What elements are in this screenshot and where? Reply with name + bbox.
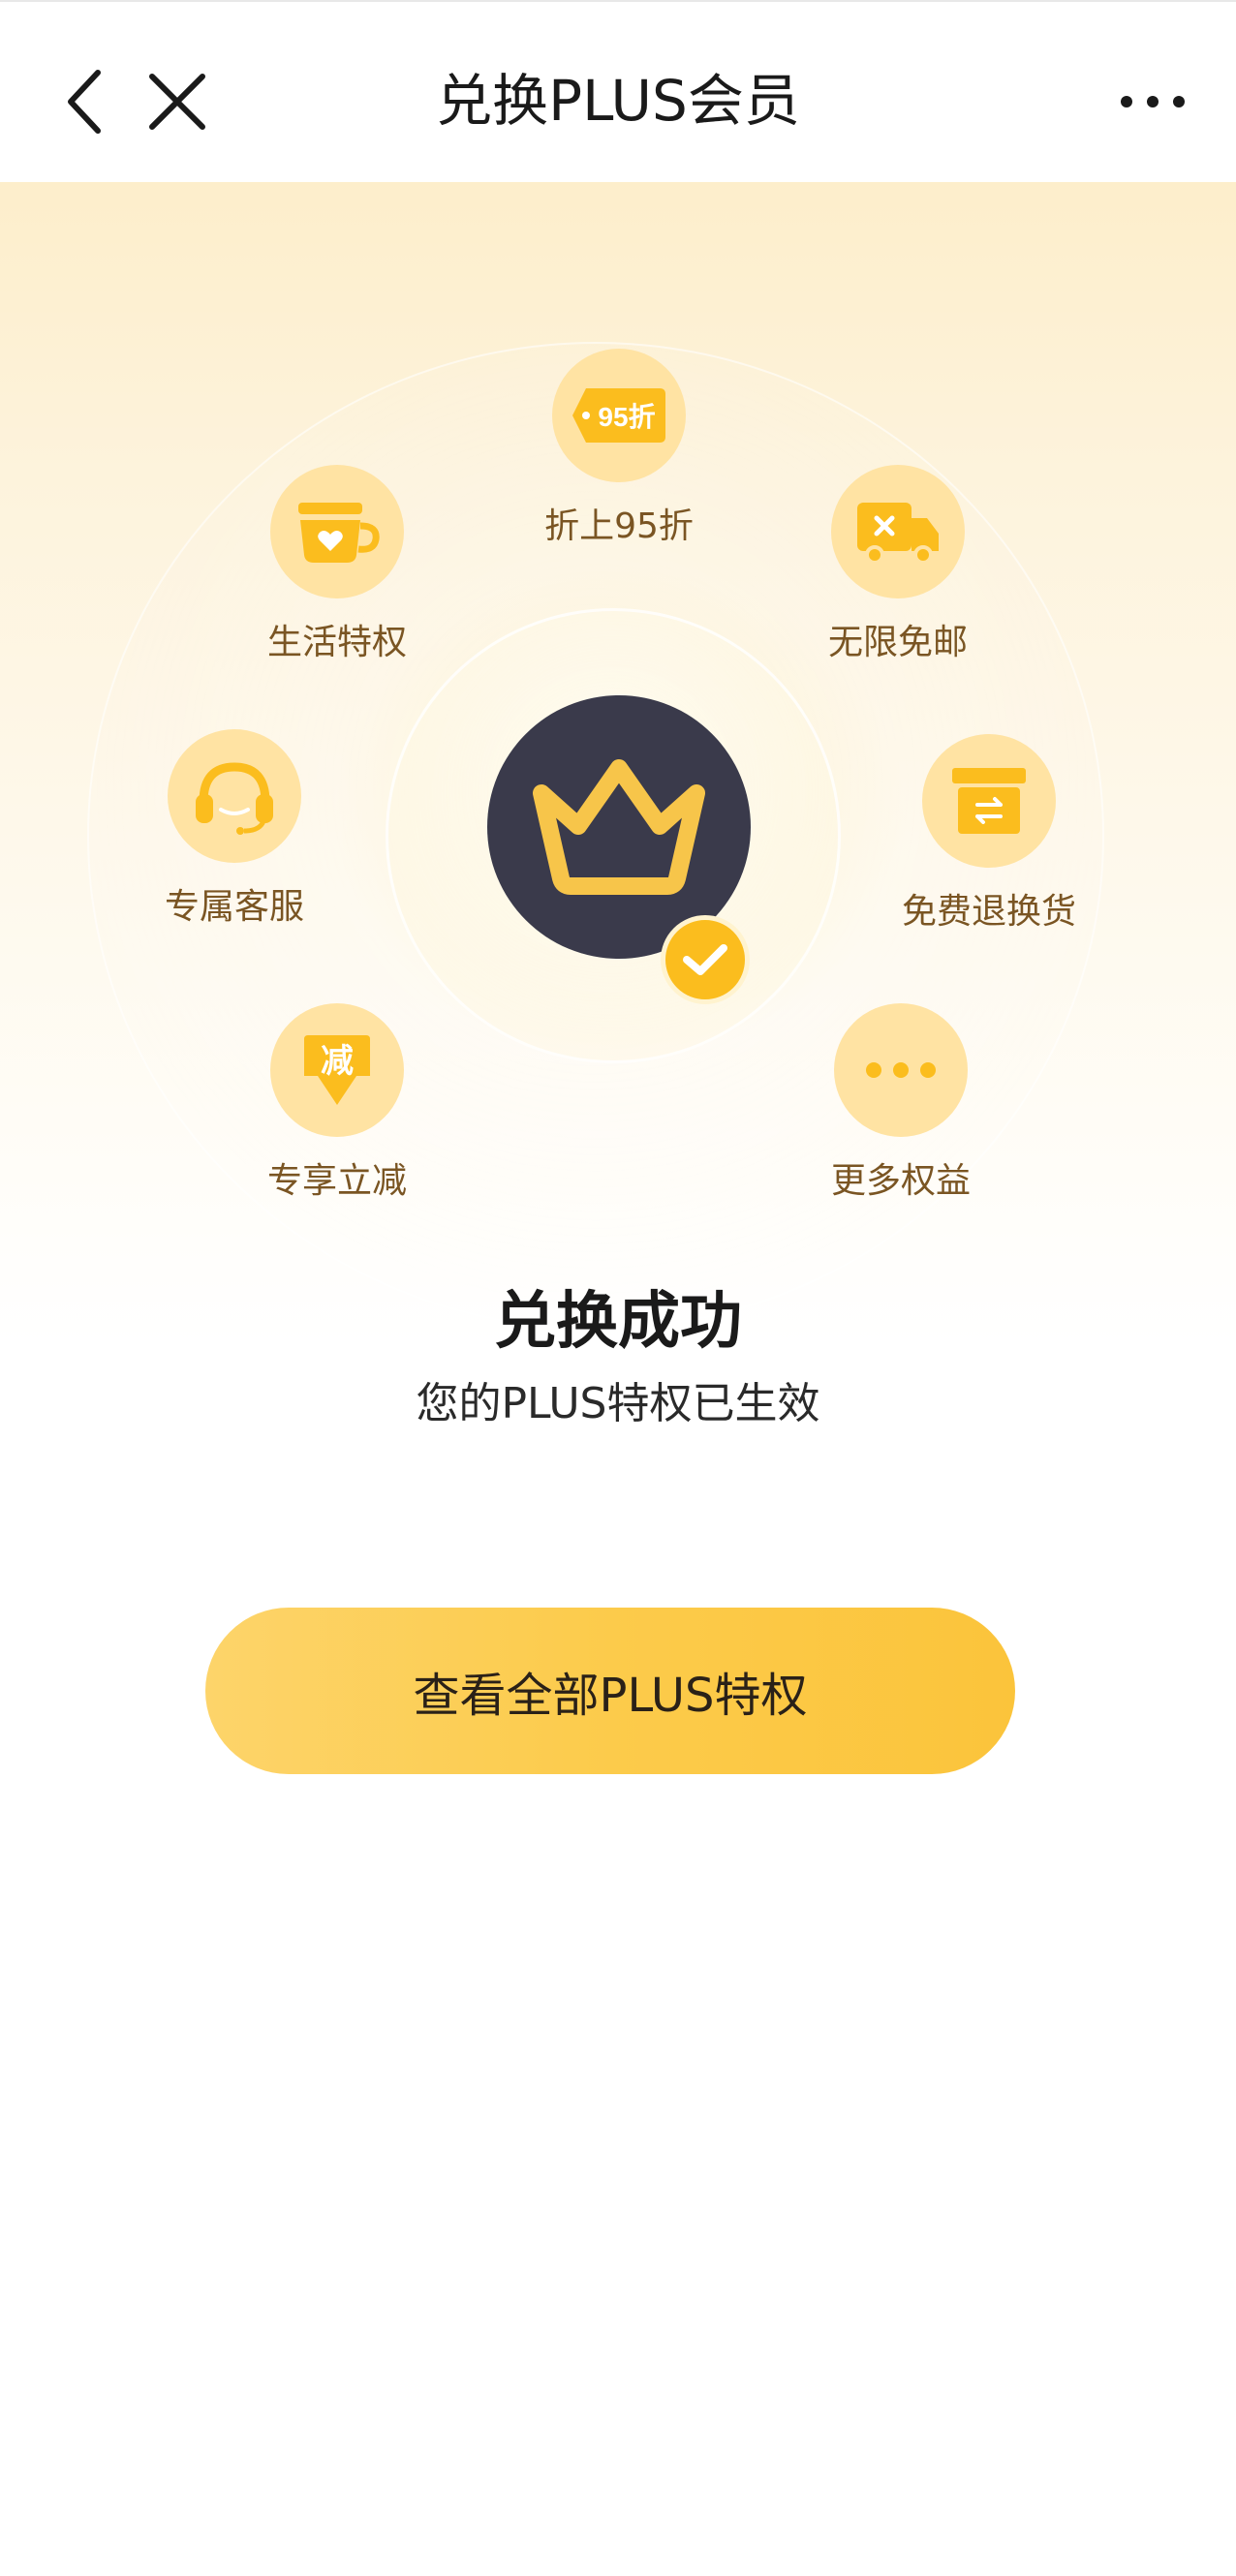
benefit-return-label: 免费退换货 <box>901 892 1076 932</box>
success-title: 兑换成功 <box>494 1286 742 1358</box>
reduction-arrow-icon: 减 <box>304 1035 370 1105</box>
benefit-life-circle <box>270 465 404 598</box>
more-dots-icon <box>866 1062 936 1078</box>
svg-text:减: 减 <box>321 1042 354 1081</box>
return-box-icon <box>952 768 1026 834</box>
redeem-success-page: 兑换PLUS会员 95折 折上95折 生活特权 无限免邮 专属客服 免费退换货 … <box>0 0 1236 2576</box>
benefit-service[interactable]: 专属客服 <box>128 729 341 931</box>
benefit-reduce-circle: 减 <box>270 1003 404 1137</box>
checkmark-icon <box>683 944 727 975</box>
benefit-life[interactable]: 生活特权 <box>231 465 444 666</box>
benefit-life-label: 生活特权 <box>266 623 407 662</box>
benefit-return-circle <box>922 734 1056 868</box>
headset-icon <box>196 762 273 835</box>
benefit-discount-circle: 95折 <box>552 349 686 482</box>
benefit-shipping-circle <box>831 465 965 598</box>
benefit-discount-label: 折上95折 <box>544 506 694 546</box>
benefit-shipping[interactable]: 无限免邮 <box>791 465 1004 666</box>
svg-text:95折: 95折 <box>598 402 655 432</box>
view-all-benefits-label: 查看全部PLUS特权 <box>413 1669 808 1723</box>
benefit-service-circle <box>168 729 301 863</box>
cup-heart-icon <box>298 503 380 563</box>
top-navigation-bar: 兑换PLUS会员 <box>0 0 1236 182</box>
more-menu-button[interactable] <box>1104 58 1201 145</box>
benefit-discount[interactable]: 95折 折上95折 <box>512 349 726 550</box>
benefit-service-label: 专属客服 <box>164 887 304 927</box>
benefit-return[interactable]: 免费退换货 <box>882 734 1096 935</box>
benefit-shipping-label: 无限免邮 <box>827 623 968 662</box>
discount-tag-icon: 95折 <box>572 388 665 443</box>
crown-icon <box>533 759 705 895</box>
benefit-reduce[interactable]: 减 专享立减 <box>231 1003 444 1205</box>
benefit-more-circle <box>834 1003 968 1137</box>
page-title: 兑换PLUS会员 <box>436 68 800 134</box>
benefits-hero: 95折 折上95折 生活特权 无限免邮 专属客服 免费退换货 减 专享立减 更多… <box>0 182 1236 1344</box>
view-all-benefits-button[interactable]: 查看全部PLUS特权 <box>205 1608 1015 1774</box>
success-check-badge <box>661 915 750 1004</box>
delivery-truck-icon <box>857 503 939 565</box>
success-subtitle: 您的PLUS特权已生效 <box>416 1379 820 1428</box>
benefit-more[interactable]: 更多权益 <box>794 1003 1007 1205</box>
benefit-more-label: 更多权益 <box>830 1161 971 1201</box>
more-dots-icon <box>1121 96 1185 107</box>
benefit-reduce-label: 专享立减 <box>266 1161 407 1201</box>
